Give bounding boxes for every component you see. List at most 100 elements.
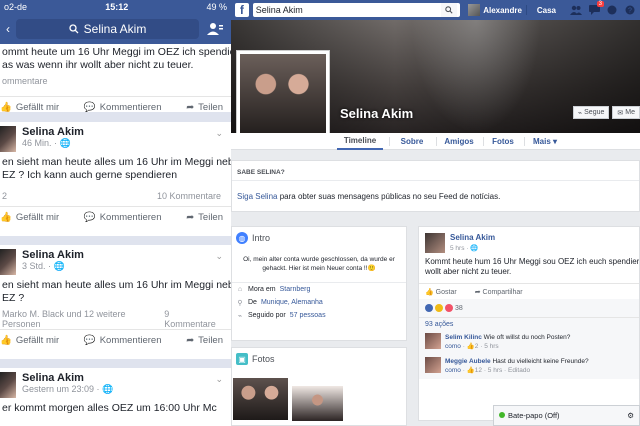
mobile-search-title: Selina Akim — [83, 22, 147, 36]
chevron-down-icon[interactable]: ⌄ — [215, 128, 223, 139]
share-button[interactable]: ➦ Teilen — [186, 102, 223, 113]
post-actions: 👍 Gefällt mir 💬 Kommentieren ➦ Teilen — [0, 206, 231, 228]
comment-button[interactable]: 💬 Kommentieren — [84, 102, 162, 113]
desktop-topbar: f Selina Akim Alexandre Casa 3 ? — [231, 0, 640, 20]
globe-icon: 🌐 — [59, 138, 71, 148]
mobile-post: Selina Akim Gestern um 23:09 · 🌐 ⌄ er ko… — [0, 368, 231, 426]
comment-count[interactable]: ommentare — [0, 76, 231, 96]
like-summary[interactable]: Marko M. Black und 12 weitere Personen — [0, 309, 162, 329]
post-text: wollt aber nicht zu teuer. — [425, 267, 512, 276]
chevron-down-icon[interactable]: ⌄ — [215, 374, 223, 385]
author-name[interactable]: Selina Akim — [22, 126, 84, 138]
intro-box: ◍ Intro Oi, mein alter conta wurde gesch… — [231, 226, 407, 341]
tab-timeline[interactable]: Timeline — [337, 133, 383, 150]
shares-count[interactable]: 93 ações — [419, 317, 639, 331]
share-icon: ➦ — [186, 102, 195, 113]
comment-count[interactable]: 9 Kommentare — [162, 309, 223, 329]
follow-link[interactable]: Siga Selina — [237, 192, 277, 201]
home-link[interactable]: Casa — [537, 6, 556, 15]
avatar — [468, 4, 481, 16]
post-text: as was wenn ihr wollt aber nicht zu teue… — [2, 59, 194, 71]
comment-count[interactable]: 10 Kommentare — [155, 191, 223, 201]
user-profile-link[interactable]: Alexandre — [468, 4, 522, 16]
tab-sobre[interactable]: Sobre — [394, 133, 430, 150]
search-icon[interactable] — [441, 3, 458, 17]
reactions-summary[interactable]: 38 — [419, 299, 639, 317]
author-name[interactable]: Selina Akim — [22, 249, 84, 261]
message-icon: ✉ — [617, 109, 624, 117]
reactions-count: 38 — [455, 304, 463, 312]
chat-label: Bate-papo (Off) — [499, 411, 560, 420]
post-time: 3 Std. · 🌐 — [22, 261, 65, 271]
share-icon: ➦ — [186, 212, 195, 223]
help-icon[interactable]: ? — [624, 4, 636, 16]
desktop-search-input[interactable]: Selina Akim — [252, 3, 461, 17]
friend-requests-icon[interactable] — [570, 4, 582, 16]
comment-button[interactable]: 💬 Kommentieren — [84, 335, 162, 346]
author-name[interactable]: Selina Akim — [22, 372, 113, 384]
location-pin-icon: ⚲ — [237, 299, 243, 307]
like-button[interactable]: 👍 Gefällt mir — [0, 335, 59, 346]
profile-picture[interactable] — [236, 50, 330, 144]
mobile-search-bar[interactable]: Selina Akim — [16, 19, 199, 39]
gear-icon[interactable]: ⚙ — [627, 411, 634, 420]
comment-like-link[interactable]: como — [445, 367, 461, 374]
intro-bio: Oi, mein alter conta wurde geschlossen, … — [232, 249, 406, 283]
share-button[interactable]: ➦ Teilen — [186, 335, 223, 346]
avatar[interactable] — [0, 126, 16, 152]
author-name[interactable]: Selina Akim — [450, 233, 495, 242]
avatar[interactable] — [0, 372, 16, 398]
from-place-link[interactable]: Munique, Alemanha — [261, 299, 323, 306]
profile-name[interactable]: Selina Akim — [340, 106, 413, 121]
post-text: er kommt morgen alles OEZ um 16:00 Uhr M… — [2, 402, 217, 414]
commenter-name[interactable]: Selim Kilinc — [445, 334, 482, 341]
topbar-icons: 3 ? — [570, 1, 636, 16]
like-icon: 👍 — [0, 102, 12, 113]
comment-like-link[interactable]: como — [445, 343, 461, 350]
intro-header: ◍ Intro — [232, 227, 406, 249]
message-button[interactable]: ✉ Me — [612, 106, 640, 119]
photo-thumbnail[interactable] — [292, 386, 343, 421]
post-text: ommt heute um 16 Uhr Meggi im OEZ ich sp… — [2, 46, 231, 58]
avatar[interactable] — [425, 233, 445, 253]
follow-button[interactable]: ⌁ Segue — [572, 106, 610, 119]
post-text: en sieht man heute alles um 16 Uhr im Me… — [2, 156, 231, 168]
post-time[interactable]: 5 hrs · 🌐 — [450, 244, 495, 252]
globe-icon[interactable] — [606, 4, 618, 16]
photos-box: ▣ Fotos — [231, 347, 407, 426]
from-place: ⚲ De Munique, Alemanha — [237, 299, 323, 307]
like-button[interactable]: 👍 Gefällt mir — [0, 102, 59, 113]
tab-fotos[interactable]: Fotos — [488, 133, 518, 150]
followers-link[interactable]: 57 pessoas — [290, 312, 326, 319]
cover-actions: ⌁ Segue ✉ Me — [572, 106, 640, 119]
avatar[interactable] — [425, 333, 441, 349]
mobile-screenshot: o2-de 15:12 49 % ‹ Selina Akim ommt heut… — [0, 0, 231, 426]
friends-icon[interactable] — [205, 20, 225, 38]
like-icon: 👍 — [425, 288, 434, 296]
commenter-name[interactable]: Meggie Aubele — [445, 358, 491, 365]
share-button[interactable]: ➦ Teilen — [186, 212, 223, 223]
like-button[interactable]: 👍 Gostar — [425, 288, 457, 296]
avatar[interactable] — [0, 249, 16, 275]
messages-icon[interactable]: 3 — [588, 1, 604, 16]
avatar[interactable] — [425, 357, 441, 373]
like-button[interactable]: 👍 Gefällt mir — [0, 212, 59, 223]
like-count[interactable]: 2 — [0, 191, 9, 201]
like-icon: 👍 — [466, 343, 475, 350]
follow-suggestion-heading: SABE SELINA? — [232, 161, 639, 181]
divider — [525, 5, 527, 15]
photo-thumbnail[interactable] — [233, 378, 288, 420]
chevron-down-icon[interactable]: ⌄ — [215, 251, 223, 262]
lives-in: ⌂ Mora em Starnberg — [237, 286, 311, 293]
facebook-logo-icon[interactable]: f — [235, 3, 249, 17]
tab-amigos[interactable]: Amigos — [441, 133, 477, 150]
status-dot-icon — [499, 412, 505, 418]
photos-title[interactable]: Fotos — [252, 354, 275, 364]
comment-button[interactable]: 💬 Kommentieren — [84, 212, 162, 223]
chat-bar[interactable]: Bate-papo (Off) ⚙ — [493, 405, 640, 426]
lives-in-link[interactable]: Starnberg — [280, 286, 311, 293]
back-icon[interactable]: ‹ — [6, 22, 10, 36]
share-button[interactable]: ➦ Compartilhar — [475, 288, 523, 296]
tab-mais[interactable]: Mais ▾ — [529, 133, 561, 150]
post-time: Gestern um 23:09 · 🌐 — [22, 384, 114, 394]
